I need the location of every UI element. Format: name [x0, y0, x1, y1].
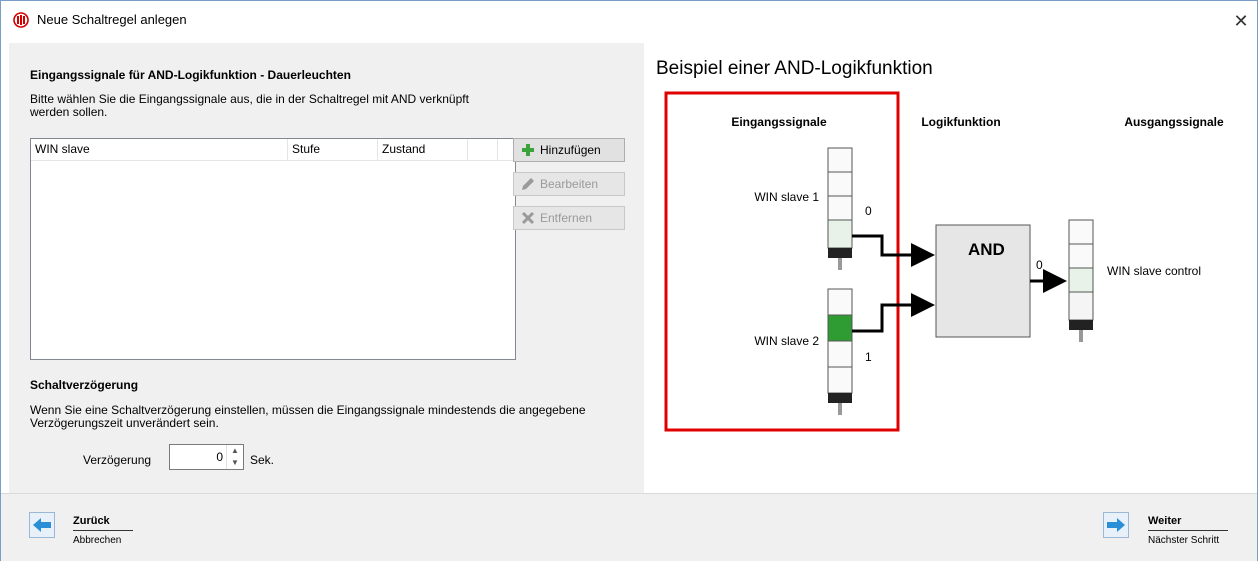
delay-description: Wenn Sie eine Schaltverzögerung einstell… — [30, 404, 586, 430]
output-label: WIN slave control — [1107, 264, 1201, 278]
remove-button-label: Entfernen — [540, 211, 593, 225]
input-signals-table[interactable]: WIN slave Stufe Zustand — [30, 138, 516, 360]
pencil-icon — [522, 178, 534, 190]
column-header-win-slave[interactable]: WIN slave — [31, 139, 288, 160]
next-label[interactable]: Weiter — [1148, 515, 1181, 527]
next-step-link[interactable]: Nächster Schritt — [1148, 535, 1219, 546]
remove-cross-icon — [521, 211, 535, 225]
input-signals-panel: Eingangssignale für AND-Logikfunktion - … — [9, 43, 644, 493]
column-header-stufe[interactable]: Stufe — [288, 139, 378, 160]
input1-value: 0 — [865, 204, 872, 218]
delay-stepper[interactable]: 0 ▲ ▼ — [169, 444, 244, 470]
close-button[interactable]: ✕ — [1227, 7, 1255, 35]
next-button[interactable] — [1103, 512, 1129, 538]
output-signal-tower — [1068, 219, 1094, 342]
arrow-left-icon — [33, 518, 51, 532]
arrow-right-icon — [1107, 518, 1125, 532]
input2-value: 1 — [865, 350, 872, 364]
back-button[interactable] — [29, 512, 55, 538]
app-logo-icon — [13, 12, 29, 28]
spin-up-icon[interactable]: ▲ — [227, 445, 243, 457]
remove-button[interactable]: Entfernen — [513, 206, 625, 230]
input1-wire — [852, 234, 935, 267]
input2-label: WIN slave 2 — [754, 334, 819, 348]
section-title: Eingangssignale für AND-Logikfunktion - … — [30, 68, 351, 82]
next-divider — [1148, 530, 1228, 531]
back-label[interactable]: Zurück — [73, 515, 110, 527]
col-logic-heading: Logikfunktion — [921, 115, 1000, 129]
column-header-extra[interactable] — [468, 139, 498, 160]
section-description: Bitte wählen Sie die Eingangssignale aus… — [30, 93, 469, 119]
delay-value[interactable]: 0 — [216, 450, 223, 464]
signal-tower-1 — [827, 147, 853, 270]
add-button[interactable]: Hinzufügen — [513, 138, 625, 162]
edit-button-label: Bearbeiten — [540, 177, 599, 191]
col-outputs-heading: Ausgangssignale — [1124, 115, 1224, 129]
spin-buttons[interactable]: ▲ ▼ — [226, 445, 243, 469]
window-title: Neue Schaltregel anlegen — [37, 12, 187, 27]
column-header-zustand[interactable]: Zustand — [378, 139, 468, 160]
title-bar: Neue Schaltregel anlegen ✕ — [1, 1, 1257, 41]
delay-title: Schaltverzögerung — [30, 378, 139, 392]
table-header: WIN slave Stufe Zustand — [31, 139, 515, 161]
input2-wire — [852, 293, 935, 333]
cancel-link[interactable]: Abbrechen — [73, 535, 121, 546]
add-button-label: Hinzufügen — [540, 143, 601, 157]
spin-down-icon[interactable]: ▼ — [227, 457, 243, 469]
edit-button[interactable]: Bearbeiten — [513, 172, 625, 196]
wizard-footer: Zurück Abbrechen Weiter Nächster Schritt — [1, 493, 1257, 561]
plus-icon — [522, 144, 534, 156]
back-divider — [73, 530, 133, 531]
signal-tower-2 — [827, 288, 853, 415]
delay-unit: Sek. — [250, 453, 275, 467]
input1-label: WIN slave 1 — [754, 190, 819, 204]
section-description-line2: werden sollen. — [30, 105, 108, 119]
dialog-window: Neue Schaltregel anlegen ✕ Eingangssigna… — [0, 0, 1258, 561]
delay-label: Verzögerung — [83, 453, 152, 467]
output-value: 0 — [1036, 258, 1043, 272]
and-gate-label: AND — [968, 240, 1005, 259]
delay-description-line2: Verzögerungszeit unverändert sein. — [30, 416, 219, 430]
col-inputs-heading: Eingangssignale — [731, 115, 827, 129]
and-logic-diagram: Eingangssignale Logikfunktion Ausgangssi… — [664, 91, 1224, 432]
input-highlight-frame — [664, 91, 900, 432]
